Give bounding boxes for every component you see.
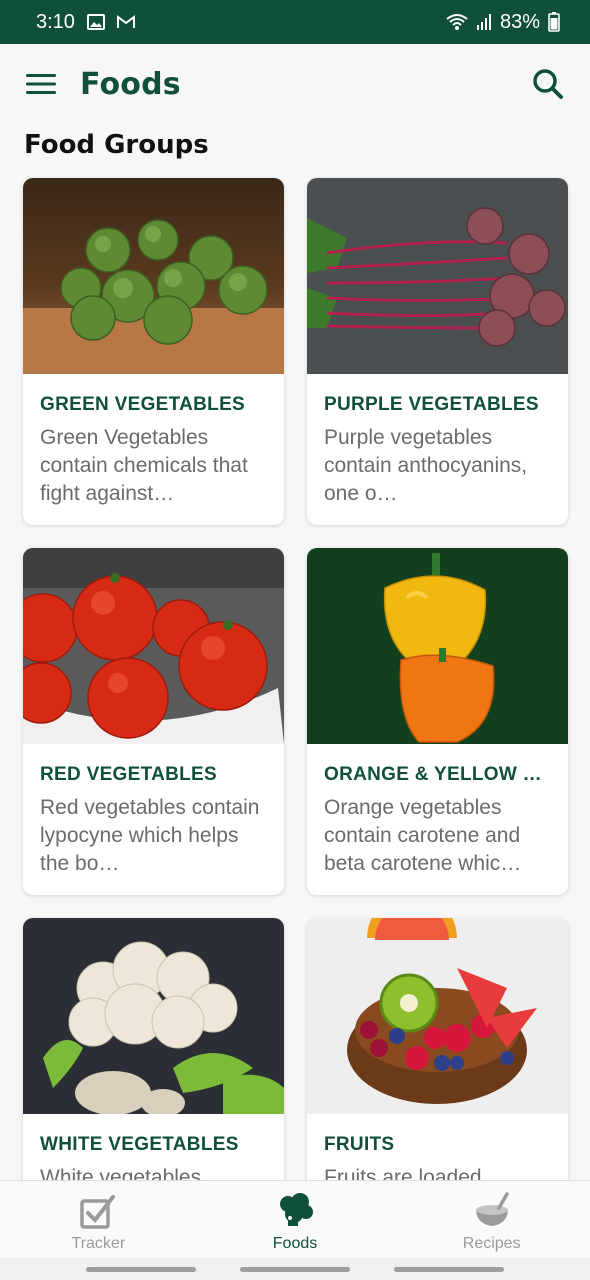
nav-recipes[interactable]: Recipes bbox=[393, 1181, 590, 1258]
status-bar: 3:10 83% bbox=[0, 0, 590, 44]
food-groups-grid: GREEN VEGETABLES Green Vegetables contai… bbox=[23, 178, 568, 1265]
tomatoes-image bbox=[23, 548, 284, 744]
search-icon[interactable] bbox=[528, 64, 568, 104]
food-group-card[interactable]: RED VEGETABLES Red vegetables contain ly… bbox=[23, 548, 284, 895]
bell-peppers-image bbox=[307, 548, 568, 744]
card-title: ORANGE & YELLOW … bbox=[324, 764, 542, 785]
brussels-sprouts-image bbox=[23, 178, 284, 374]
beets-image bbox=[307, 178, 568, 374]
card-description: Red vegetables contain lypocyne which he… bbox=[40, 796, 260, 875]
bowl-icon bbox=[472, 1191, 512, 1231]
status-time: 3:10 bbox=[36, 10, 75, 33]
nav-label: Tracker bbox=[71, 1235, 126, 1252]
food-group-card[interactable]: ORANGE & YELLOW … Orange vegetables cont… bbox=[307, 548, 568, 895]
card-description: Green Vegetables contain chemicals that … bbox=[40, 426, 248, 505]
card-description: Purple vegetables contain anthocyanins, … bbox=[324, 426, 528, 505]
card-description: Orange vegetables contain carotene and b… bbox=[324, 796, 522, 875]
food-group-card[interactable]: PURPLE VEGETABLES Purple vegetables cont… bbox=[307, 178, 568, 525]
card-title: PURPLE VEGETABLES bbox=[324, 394, 539, 415]
cauliflower-image bbox=[23, 918, 284, 1114]
hamburger-menu-icon[interactable] bbox=[24, 67, 58, 101]
nav-label: Foods bbox=[272, 1235, 318, 1252]
nav-tracker[interactable]: Tracker bbox=[0, 1181, 197, 1258]
system-gesture-bar bbox=[0, 1258, 590, 1280]
battery-percent: 83% bbox=[499, 10, 540, 33]
food-group-card[interactable]: GREEN VEGETABLES Green Vegetables contai… bbox=[23, 178, 284, 525]
home-gesture-pill[interactable] bbox=[240, 1267, 350, 1272]
gmail-icon bbox=[116, 15, 135, 29]
section-title: Food Groups bbox=[24, 130, 209, 160]
card-title: RED VEGETABLES bbox=[40, 764, 217, 785]
signal-icon bbox=[476, 13, 492, 31]
card-title: FRUITS bbox=[324, 1134, 395, 1155]
card-title: GREEN VEGETABLES bbox=[40, 394, 246, 415]
nav-label: Recipes bbox=[462, 1235, 521, 1252]
bottom-navigation: Tracker Foods Recipes bbox=[0, 1180, 590, 1258]
back-gesture-pill[interactable] bbox=[86, 1267, 196, 1272]
page-title: Foods bbox=[80, 66, 181, 102]
card-title: WHITE VEGETABLES bbox=[40, 1134, 239, 1155]
wifi-icon bbox=[446, 13, 468, 31]
recents-gesture-pill[interactable] bbox=[394, 1267, 504, 1272]
fruit-bowl-image bbox=[307, 918, 568, 1114]
battery-icon bbox=[548, 12, 560, 32]
app-bar: Foods bbox=[0, 44, 590, 124]
broccoli-icon bbox=[275, 1191, 315, 1231]
checkbox-icon bbox=[78, 1191, 118, 1231]
gallery-icon bbox=[86, 14, 105, 30]
nav-foods[interactable]: Foods bbox=[197, 1181, 394, 1258]
